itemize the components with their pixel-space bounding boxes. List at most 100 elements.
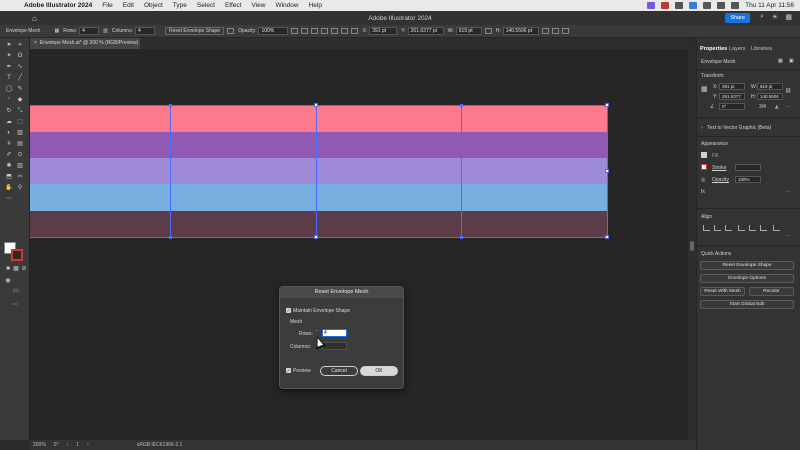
zoom-level[interactable]: 200% xyxy=(33,442,46,448)
tab-properties[interactable]: Properties xyxy=(700,46,727,52)
shaper-tool-icon[interactable]: ◜ xyxy=(5,97,13,104)
align-middle-icon[interactable] xyxy=(331,28,339,34)
bounding-handle[interactable] xyxy=(605,235,609,239)
menu-help[interactable]: Help xyxy=(309,2,322,9)
draw-mode-icon[interactable]: ◉ xyxy=(4,278,12,285)
reset-with-mesh-button[interactable]: Reset With Mesh xyxy=(700,287,745,296)
ellipse-tool-icon[interactable]: ◯ xyxy=(5,86,13,93)
document-tab[interactable]: × Envelope Mesh.ai* @ 200 % (RGB/Preview) xyxy=(30,38,140,49)
tab-layers[interactable]: Layers xyxy=(729,46,746,52)
line-tool-icon[interactable]: ╱ xyxy=(16,75,24,82)
gradient-mode-icon[interactable]: ▦ xyxy=(12,266,20,273)
rotation-value[interactable]: 0° xyxy=(54,442,59,448)
close-icon[interactable]: × xyxy=(34,40,37,46)
align-center-icon[interactable] xyxy=(714,225,721,231)
panel-w-field[interactable]: 619 pt xyxy=(757,83,783,90)
discover-icon[interactable]: ☀ xyxy=(772,13,778,21)
reset-envelope-shape-button[interactable]: Reset Envelope Shape xyxy=(164,27,225,35)
cancel-button[interactable]: Cancel xyxy=(320,366,358,376)
align-bottom-icon[interactable] xyxy=(341,28,349,34)
link-icon[interactable]: ⛓ xyxy=(785,88,791,94)
zoom-tool-icon[interactable]: ⚲ xyxy=(16,185,24,192)
magic-wand-icon[interactable]: ✦ xyxy=(5,53,13,60)
stroke-weight-field[interactable] xyxy=(735,164,761,171)
menu-app-name[interactable]: Adobe Illustrator 2024 xyxy=(24,2,92,9)
align-right-icon[interactable] xyxy=(311,28,319,34)
style-icon[interactable] xyxy=(227,28,235,34)
screen-mode-icon[interactable]: ▭ xyxy=(12,288,20,295)
menu-icon[interactable] xyxy=(561,28,569,34)
scale-tool-icon[interactable]: ⤡ xyxy=(16,108,24,115)
h-field[interactable]: 140.5506 pt xyxy=(502,27,539,35)
wifi-icon[interactable] xyxy=(703,2,712,9)
color-band[interactable] xyxy=(30,158,607,184)
mesh-anchor[interactable] xyxy=(460,104,463,107)
stroke-swatch[interactable] xyxy=(11,249,23,261)
scroll-thumb[interactable] xyxy=(690,241,694,251)
control-center-icon[interactable] xyxy=(731,2,740,9)
align-top-icon[interactable] xyxy=(321,28,329,34)
eyedropper-icon[interactable]: ✐ xyxy=(5,152,13,159)
columns-input[interactable] xyxy=(322,342,347,350)
reference-point-icon[interactable] xyxy=(351,28,359,34)
warp-icon[interactable] xyxy=(551,28,559,34)
text-to-vector-label[interactable]: Text to Vector Graphic (Beta) xyxy=(707,125,771,131)
more-options-icon[interactable]: ⋯ xyxy=(785,233,790,239)
mesh-anchor[interactable] xyxy=(169,236,172,239)
menu-file[interactable]: File xyxy=(102,2,112,9)
align-bottom-icon[interactable] xyxy=(760,225,767,231)
color-band[interactable] xyxy=(30,105,607,132)
hand-tool-icon[interactable]: ✋ xyxy=(5,185,13,192)
type-tool-icon[interactable]: T xyxy=(5,75,13,82)
ratio-value[interactable]: 3/4 xyxy=(759,104,766,110)
link-proportions-icon[interactable] xyxy=(484,28,492,34)
panel-y-field[interactable]: 261.6377 xyxy=(719,93,745,100)
bounding-handle[interactable] xyxy=(605,103,609,107)
curvature-tool-icon[interactable]: ∿ xyxy=(16,64,24,71)
stroke-swatch-small[interactable] xyxy=(701,164,707,170)
ok-button[interactable]: OK xyxy=(360,366,398,376)
search-icon[interactable]: ⌕ xyxy=(760,13,764,21)
clock[interactable]: Thu 11 Apr 11:56 xyxy=(745,2,794,9)
artboard-next-icon[interactable]: › xyxy=(87,442,89,448)
perspective-grid-icon[interactable]: ▧ xyxy=(16,130,24,137)
menu-object[interactable]: Object xyxy=(144,2,163,9)
gradient-tool-icon[interactable]: ▤ xyxy=(16,141,24,148)
bluetooth-icon[interactable] xyxy=(675,2,684,9)
more-options-icon[interactable]: ⋯ xyxy=(785,104,790,110)
pen-tool-icon[interactable]: ✒ xyxy=(5,64,13,71)
panel-h-field[interactable]: 140.5506 xyxy=(757,93,783,100)
bounding-handle[interactable] xyxy=(314,235,318,239)
color-band[interactable] xyxy=(30,132,607,158)
menu-window[interactable]: Window xyxy=(275,2,298,9)
blend-tool-icon[interactable]: ⊙ xyxy=(16,152,24,159)
app-status-icon[interactable] xyxy=(661,2,670,9)
preview-checkbox[interactable]: ✓ xyxy=(286,368,291,373)
panel-x-field[interactable]: 391 pt xyxy=(719,83,745,90)
menu-type[interactable]: Type xyxy=(173,2,187,9)
eraser-icon[interactable]: ◆ xyxy=(16,97,24,104)
align-center-icon[interactable] xyxy=(301,28,309,34)
tab-libraries[interactable]: Libraries xyxy=(751,46,772,52)
edit-toolbar-icon[interactable]: ⋯ xyxy=(5,196,13,203)
bounding-handle[interactable] xyxy=(605,169,609,173)
start-global-edit-button[interactable]: Start Global Edit xyxy=(700,300,794,309)
symbol-sprayer-icon[interactable]: ✺ xyxy=(5,163,13,170)
mesh-tool-icon[interactable]: # xyxy=(5,141,13,148)
artboard-tool-icon[interactable]: ⬒ xyxy=(5,174,13,181)
columns-field[interactable]: 4 xyxy=(134,27,155,35)
opacity-field[interactable]: 100% xyxy=(258,27,289,35)
rows-input[interactable]: 4 xyxy=(322,329,347,337)
direct-selection-tool-icon[interactable]: ➢ xyxy=(16,42,24,49)
slice-tool-icon[interactable]: ✂ xyxy=(16,174,24,181)
menu-select[interactable]: Select xyxy=(197,2,215,9)
mesh-options-icon[interactable]: ▦ xyxy=(778,58,783,64)
align-right-icon[interactable] xyxy=(725,225,732,231)
shape-builder-icon[interactable]: ◐ xyxy=(5,130,13,137)
x-field[interactable]: 391 pt xyxy=(369,27,398,35)
reset-envelope-shape-button[interactable]: Reset Envelope Shape xyxy=(700,261,794,270)
menu-effect[interactable]: Effect xyxy=(225,2,242,9)
lasso-icon[interactable]: ʘ xyxy=(16,53,24,60)
chevron-right-icon[interactable]: › xyxy=(701,125,703,131)
opacity-label[interactable]: Opacity xyxy=(712,177,729,183)
